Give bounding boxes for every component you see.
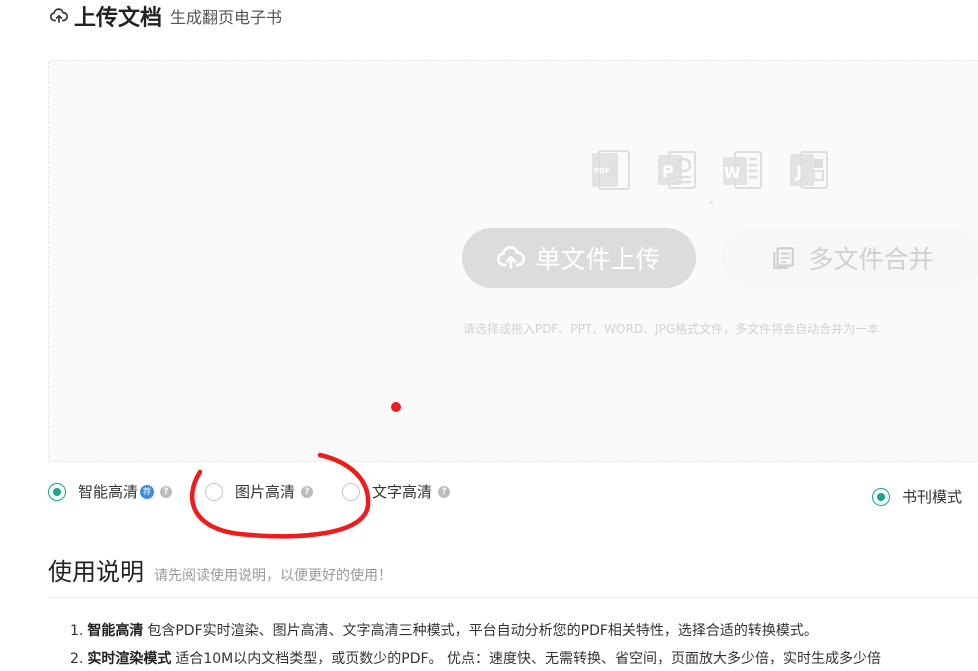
divider — [48, 597, 978, 598]
usage-header: 使用说明 请先阅读使用说明，以便更好的使用！ — [48, 552, 392, 587]
page-title: 上传文档 — [74, 6, 163, 31]
single-file-upload-button[interactable]: 单文件上传 — [462, 228, 696, 288]
page-subtitle: 生成翻页电子书 — [170, 8, 283, 27]
decorative-dot — [710, 201, 713, 204]
smart-hd-label: 智能高清 — [78, 483, 139, 501]
upload-drop-zone[interactable]: PDF P W J 单文件上传 多文件合并 请选择或拖入PDF、PPT、WORD… — [48, 60, 978, 462]
help-icon[interactable]: ? — [301, 485, 314, 498]
pdf-icon: PDF — [592, 150, 630, 190]
help-icon[interactable]: ? — [438, 485, 451, 498]
jpg-icon: J — [790, 151, 828, 189]
multi-file-merge-button[interactable]: 多文件合并 — [721, 228, 978, 288]
cloud-upload-icon — [50, 8, 68, 23]
usage-subtitle: 请先阅读使用说明，以便更好的使用！ — [154, 568, 392, 584]
single-file-upload-label: 单文件上传 — [535, 245, 661, 274]
cloud-upload-icon — [497, 245, 526, 269]
page-header: 上传文档 生成翻页电子书 — [50, 0, 282, 32]
ppt-icon: P — [658, 151, 696, 189]
word-icon: W — [723, 151, 762, 189]
svg-text:PDF: PDF — [594, 167, 610, 175]
option-text-hd[interactable]: 文字高清 ? — [342, 481, 451, 502]
svg-text:P: P — [662, 162, 674, 181]
svg-text:J: J — [795, 162, 802, 181]
image-hd-radio[interactable] — [205, 482, 223, 501]
option-smart-hd[interactable]: 智能高清 荐 ? — [48, 481, 173, 502]
list-item: 2. 实时渲染模式 适合10M以内文档类型，或页数少的PDF。 优点：速度快、无需转… — [70, 651, 881, 667]
red-annotation-dot — [391, 402, 401, 412]
smart-hd-radio[interactable] — [48, 482, 66, 501]
image-hd-label: 图片高清 — [235, 483, 296, 501]
help-icon[interactable]: ? — [160, 485, 173, 498]
option-book-mode[interactable]: 书刊模式 — [872, 486, 962, 507]
upload-hint: 请选择或拖入PDF、PPT、WORD、JPG格式文件，多文件将会自动合并为一本 — [463, 322, 880, 336]
text-hd-radio[interactable] — [342, 482, 360, 501]
recommend-badge-icon: 荐 — [140, 484, 155, 499]
list-item: 1. 智能高清 包含PDF实时渲染、图片高清、文字高清三种模式，平台自动分析您的PD… — [70, 623, 818, 639]
usage-list: 1. 智能高清 包含PDF实时渲染、图片高清、文字高清三种模式，平台自动分析您的PD… — [70, 621, 978, 671]
svg-text:W: W — [724, 164, 741, 182]
multi-file-merge-label: 多文件合并 — [808, 245, 934, 274]
text-hd-label: 文字高清 — [372, 483, 433, 501]
book-mode-label: 书刊模式 — [902, 488, 963, 506]
book-mode-radio[interactable] — [872, 487, 890, 506]
option-image-hd[interactable]: 图片高清 ? — [205, 481, 314, 502]
usage-title: 使用说明 — [48, 558, 144, 586]
copy-files-icon — [773, 247, 795, 269]
file-type-icons: PDF P W J — [589, 149, 831, 193]
